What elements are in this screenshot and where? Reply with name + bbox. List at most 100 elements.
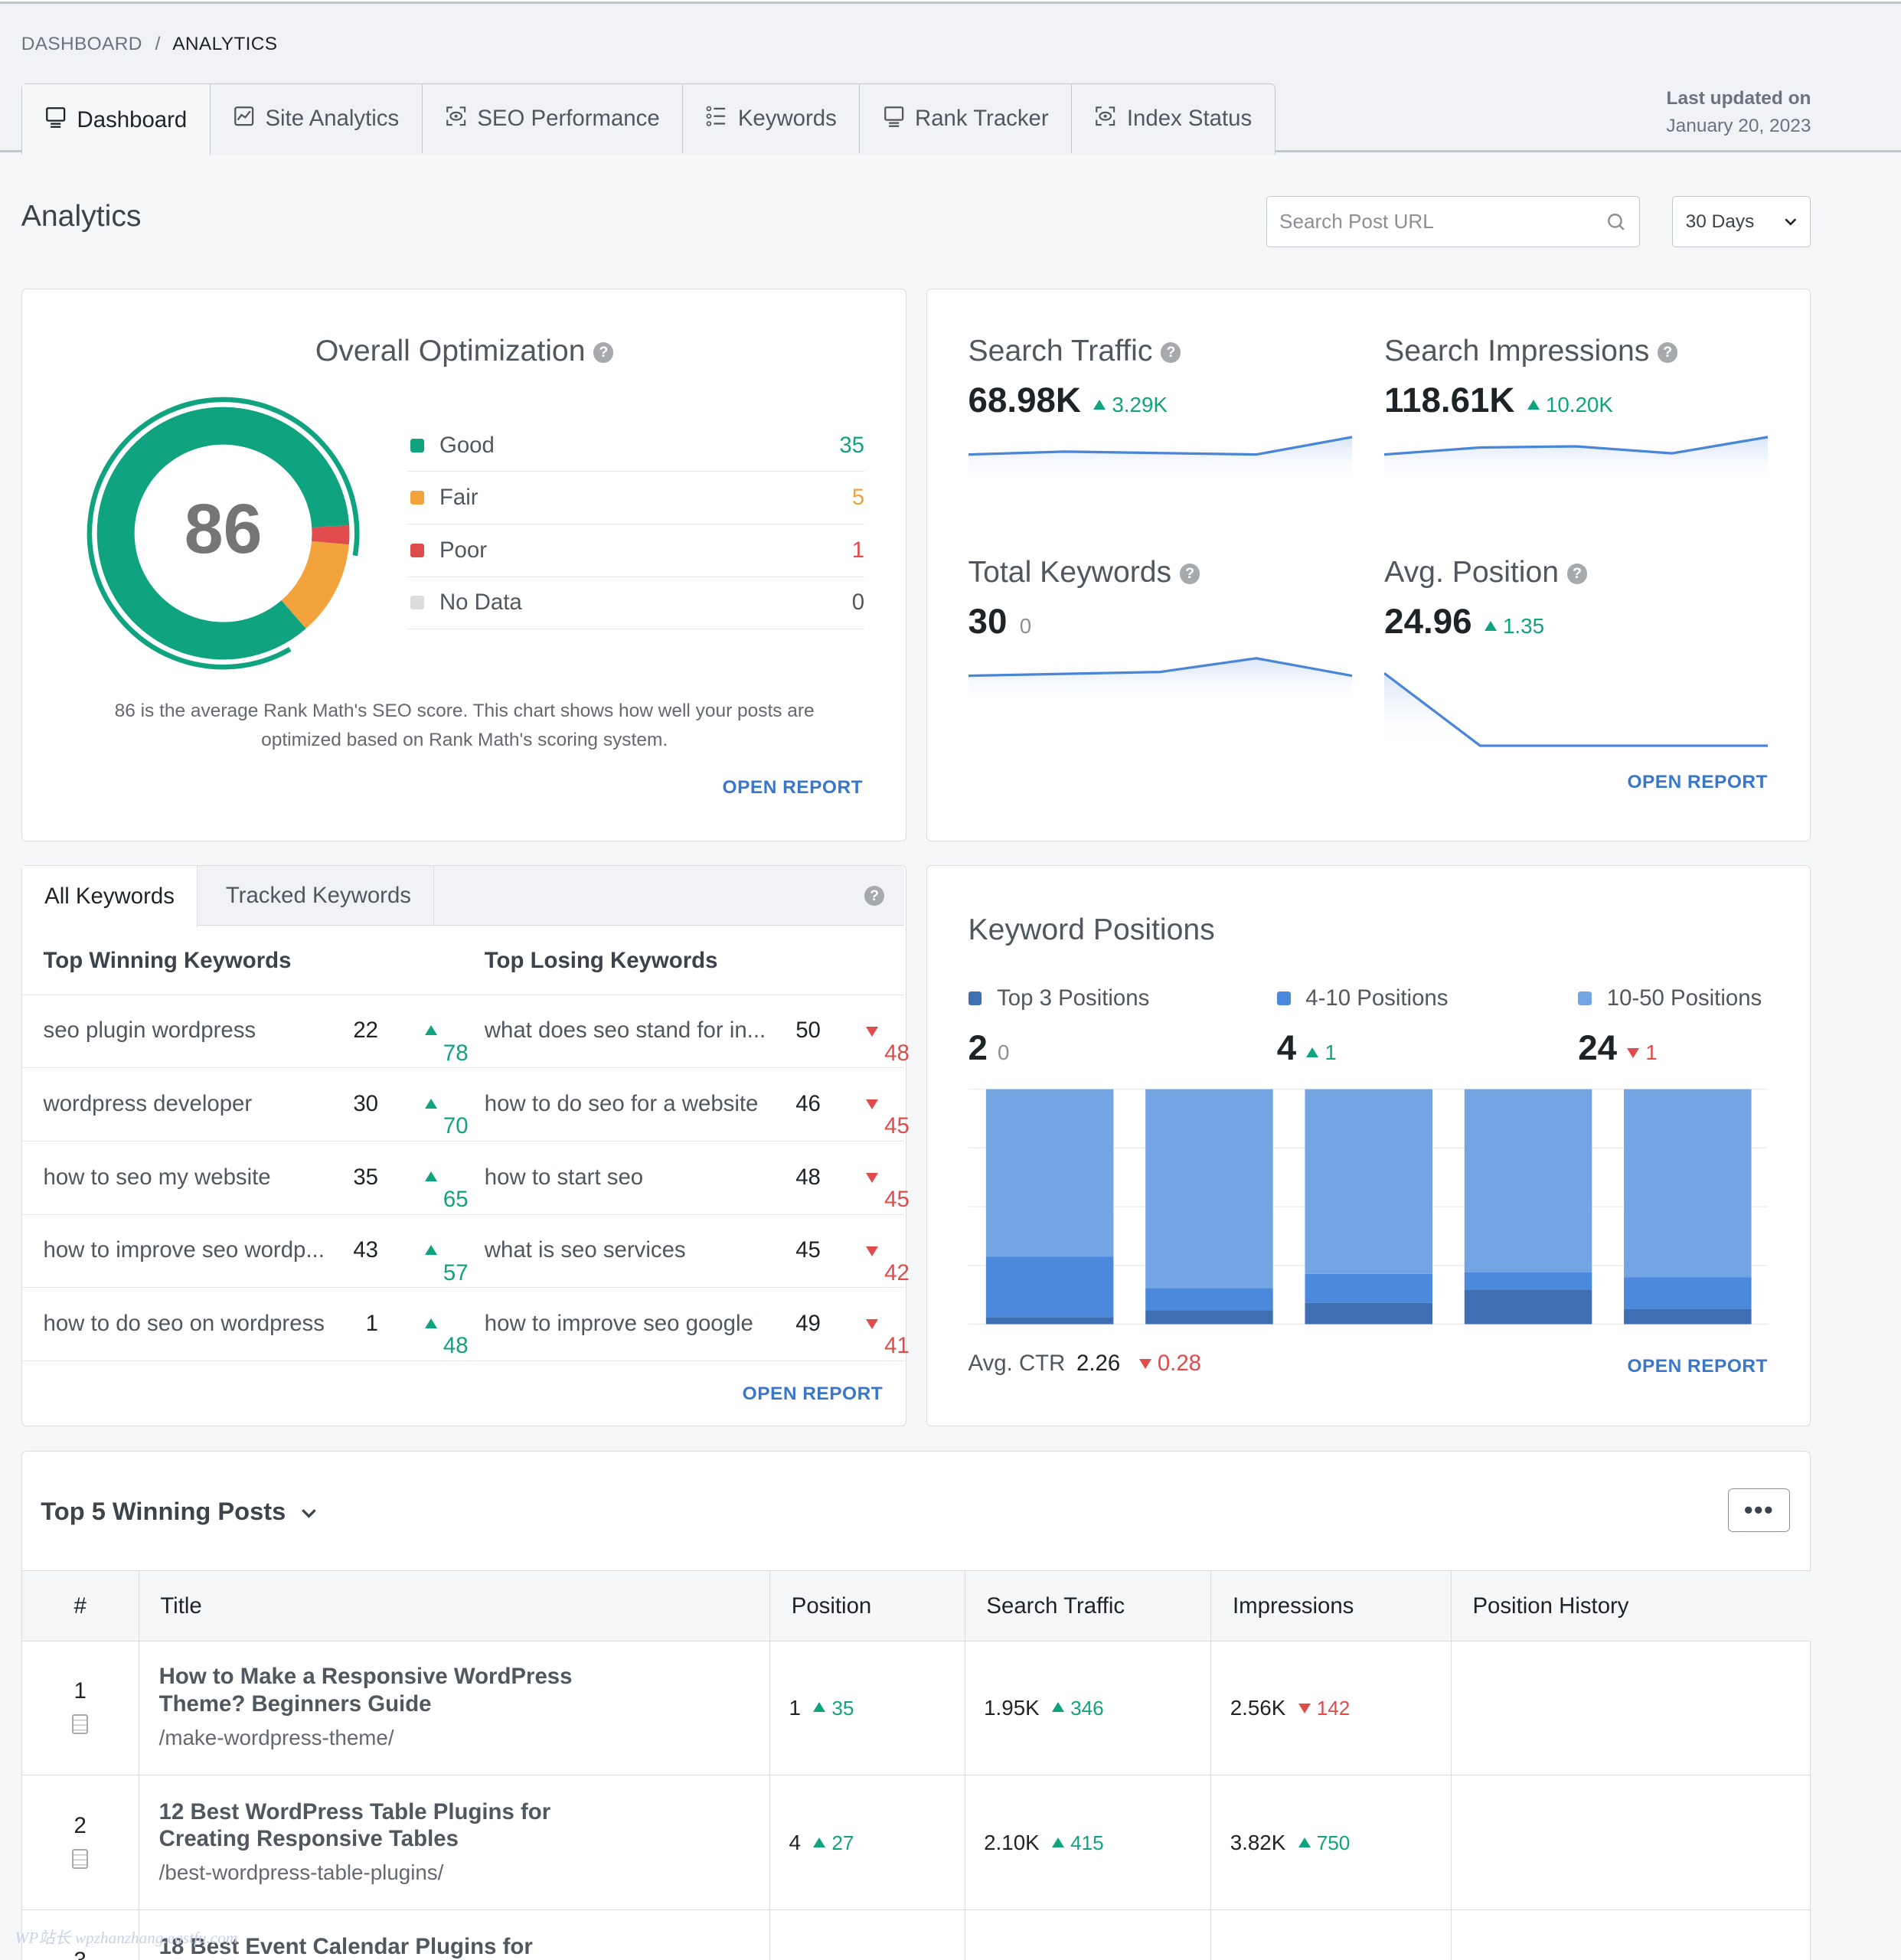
impressions-value: 2.56K xyxy=(1230,1695,1286,1720)
legend-swatch xyxy=(410,491,425,505)
column-header-search-traffic[interactable]: Search Traffic xyxy=(964,1571,1211,1642)
last-updated: Last updated on January 20, 2023 xyxy=(1666,85,1811,140)
bar-top-3-positions-4 xyxy=(1464,1289,1592,1325)
metric-total-keywords: Total Keywords ? 30 0 xyxy=(968,555,1352,707)
keyword-row-winning[interactable]: wordpress developer 30 70 xyxy=(21,1067,469,1141)
sparkline-area xyxy=(1384,436,1769,486)
keyword-row-losing[interactable]: what does seo stand for in... 50 48 xyxy=(463,994,910,1068)
traffic-value: 1.95K xyxy=(984,1695,1040,1720)
avg-ctr-label: Avg. CTR xyxy=(968,1351,1066,1377)
optimization-open-report[interactable]: OPEN REPORT xyxy=(723,777,864,799)
up-arrow-icon xyxy=(1527,399,1540,410)
help-icon[interactable]: ? xyxy=(1566,564,1588,584)
keywords-open-report[interactable]: OPEN REPORT xyxy=(743,1383,884,1405)
keyword-row-losing[interactable]: how to start seo 48 45 xyxy=(463,1141,910,1214)
help-icon[interactable]: ? xyxy=(1658,342,1678,363)
help-icon[interactable]: ? xyxy=(1180,564,1200,584)
tab-keywords[interactable]: Keywords xyxy=(683,84,861,154)
post-row[interactable]: 318 Best Event Calendar Plugins for xyxy=(22,1910,1811,1960)
keyword-text[interactable]: how to improve seo google xyxy=(485,1311,753,1337)
post-url[interactable]: /make-wordpress-theme/ xyxy=(159,1726,769,1750)
last-updated-date: January 20, 2023 xyxy=(1666,115,1811,136)
post-title[interactable]: How to Make a Responsive WordPress Theme… xyxy=(159,1663,584,1718)
posts-title-dropdown[interactable]: Top 5 Winning Posts xyxy=(41,1497,318,1526)
legend-swatch xyxy=(410,596,425,610)
keyword-row-winning[interactable]: how to improve seo wordp... 43 57 xyxy=(21,1214,469,1288)
legend-label: 4-10 Positions xyxy=(1305,985,1449,1011)
legend-good: Good 35 xyxy=(407,420,865,472)
post-row[interactable]: 1 How to Make a Responsive WordPress Them… xyxy=(21,1640,1811,1776)
column-header-#[interactable]: # xyxy=(22,1571,139,1641)
keyword-text[interactable]: how to do seo for a website xyxy=(485,1091,759,1117)
keyword-text[interactable]: how to do seo on wordpress xyxy=(44,1311,325,1337)
search-icon[interactable] xyxy=(1606,212,1626,232)
keyword-row-losing[interactable]: how to improve seo google 49 41 xyxy=(463,1287,910,1361)
keyword-change: 48 xyxy=(829,1018,910,1066)
keyword-row-winning[interactable]: how to do seo on wordpress 1 48 xyxy=(21,1287,469,1361)
search-post-url[interactable] xyxy=(1266,196,1640,248)
tab-label: Rank Tracker xyxy=(915,106,1049,132)
positions-open-report[interactable]: OPEN REPORT xyxy=(1627,1356,1768,1377)
tab-dashboard[interactable]: Dashboard xyxy=(21,84,211,156)
keyword-text[interactable]: how to improve seo wordp... xyxy=(44,1237,325,1263)
post-title[interactable]: 12 Best WordPress Table Plugins for Crea… xyxy=(159,1798,584,1854)
help-icon[interactable]: ? xyxy=(1161,342,1181,363)
tab-index-status[interactable]: Index Status xyxy=(1072,84,1274,153)
keyword-text[interactable]: how to seo my website xyxy=(44,1165,271,1191)
position-legend-item: Top 3 Positions xyxy=(968,985,1149,1011)
keyword-row-losing[interactable]: what is seo services 45 42 xyxy=(463,1214,910,1288)
legend-swatch xyxy=(410,543,425,557)
legend-label: No Data xyxy=(439,590,522,616)
position-count: 24 xyxy=(1578,1027,1618,1067)
bar-4-10-positions-1 xyxy=(985,1256,1113,1318)
breadcrumb-dashboard[interactable]: DASHBOARD xyxy=(21,34,142,54)
keyword-row-losing[interactable]: how to do seo for a website 46 45 xyxy=(463,1067,910,1141)
metric-search-traffic: Search Traffic ? 68.98K 3.29K xyxy=(968,334,1352,486)
post-url[interactable]: /best-wordpress-table-plugins/ xyxy=(159,1860,769,1885)
metric-label: Avg. Position xyxy=(1384,555,1560,589)
keyword-position: 50 xyxy=(795,1018,821,1044)
metric-label: Search Traffic xyxy=(968,334,1153,368)
position-change-value: 1 xyxy=(1645,1040,1658,1064)
keyword-row-winning[interactable]: seo plugin wordpress 22 78 xyxy=(21,994,469,1068)
metric-label: Total Keywords xyxy=(968,555,1172,589)
column-header-impressions[interactable]: Impressions xyxy=(1210,1571,1450,1642)
row-number: 2 xyxy=(73,1813,87,1839)
tab-all-keywords[interactable]: All Keywords xyxy=(21,865,198,927)
search-input[interactable] xyxy=(1279,210,1607,234)
post-row[interactable]: 2 12 Best WordPress Table Plugins for Cre… xyxy=(21,1775,1811,1911)
nav-tabs: Dashboard Site Analytics SEO Performance Ke… xyxy=(21,83,1275,156)
metrics-open-report[interactable]: OPEN REPORT xyxy=(1627,772,1768,793)
last-updated-label: Last updated on xyxy=(1666,88,1811,109)
tab-tracked-keywords[interactable]: Tracked Keywords xyxy=(203,865,435,926)
traffic-change-value: 415 xyxy=(1070,1831,1104,1854)
chevron-down-icon xyxy=(302,1508,316,1518)
tab-rank-tracker[interactable]: Rank Tracker xyxy=(860,84,1073,154)
watermark: WP站长 wpzhanzhang.eastfu.com xyxy=(15,1929,238,1948)
keyword-text[interactable]: how to start seo xyxy=(485,1165,643,1191)
bar-10-50-positions-3 xyxy=(1305,1089,1432,1275)
top-winning-posts-card: Top 5 Winning Posts ••• # Title Position Se… xyxy=(21,1451,1811,1960)
tab-seo-performance[interactable]: SEO Performance xyxy=(423,84,684,154)
keyword-change: 41 xyxy=(829,1311,910,1358)
help-icon[interactable]: ? xyxy=(864,885,885,906)
keyword-positions-title: Keyword Positions xyxy=(968,913,1215,946)
keyword-text[interactable]: seo plugin wordpress xyxy=(44,1018,256,1044)
keyword-text[interactable]: what does seo stand for in... xyxy=(485,1018,766,1044)
keyword-change-value: 42 xyxy=(884,1259,910,1285)
metric-change: 1.35 xyxy=(1484,614,1544,638)
keyword-row-winning[interactable]: how to seo my website 35 65 xyxy=(21,1141,469,1214)
column-header-position-history[interactable]: Position History xyxy=(1450,1571,1811,1642)
tab-site-analytics[interactable]: Site Analytics xyxy=(211,84,423,154)
position-change-value: 27 xyxy=(831,1831,854,1854)
bar-4-10-positions-3 xyxy=(1305,1274,1432,1304)
date-range-select[interactable]: 30 Days xyxy=(1672,196,1811,248)
help-icon[interactable]: ? xyxy=(593,342,614,363)
keyword-text[interactable]: what is seo services xyxy=(485,1237,686,1263)
keyword-change: 48 xyxy=(388,1311,469,1358)
keyword-text[interactable]: wordpress developer xyxy=(44,1091,253,1117)
losing-keywords-heading: Top Losing Keywords xyxy=(484,948,718,974)
column-header-title[interactable]: Title xyxy=(138,1571,769,1642)
column-header-position[interactable]: Position xyxy=(769,1571,965,1642)
more-options-button[interactable]: ••• xyxy=(1727,1488,1791,1532)
